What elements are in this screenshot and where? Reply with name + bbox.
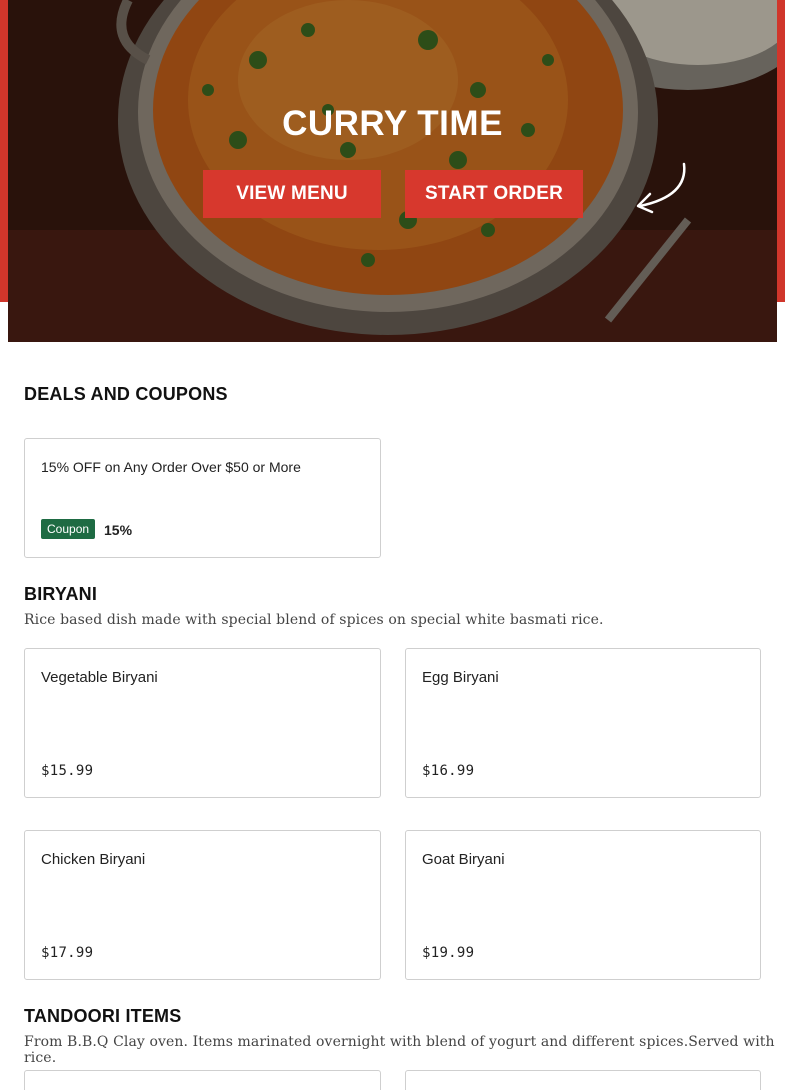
curved-arrow-icon: [636, 162, 686, 214]
menu-item-card[interactable]: Goat Biryani $19.99: [405, 830, 761, 980]
tandoori-section-title: TANDOORI ITEMS: [24, 1006, 182, 1026]
menu-item-name: Goat Biryani: [422, 851, 505, 868]
menu-item-price: $19.99: [422, 945, 475, 961]
coupon-badge: Coupon: [41, 519, 96, 539]
tandoori-section-description: From B.B.Q Clay oven. Items marinated ov…: [24, 1034, 775, 1066]
coupon-title: 15% OFF on Any Order Over $50 or More: [41, 459, 301, 475]
menu-item-name: Chicken Biryani: [41, 851, 146, 868]
menu-item-card[interactable]: Egg Biryani $16.99: [405, 648, 761, 798]
view-menu-button[interactable]: VIEW MENU: [203, 170, 381, 218]
coupon-card[interactable]: 15% OFF on Any Order Over $50 or More Co…: [24, 438, 381, 558]
menu-item-name: Egg Biryani: [422, 669, 499, 686]
biryani-section-title: BIRYANI: [24, 584, 98, 604]
start-order-button[interactable]: START ORDER: [405, 170, 583, 218]
menu-item-price: $16.99: [422, 763, 475, 779]
page-title: CURRY TIME: [282, 104, 503, 143]
biryani-section-description: Rice based dish made with special blend …: [24, 612, 604, 628]
hero-banner: CURRY TIME VIEW MENU START ORDER: [8, 0, 777, 342]
coupon-value: 15%: [104, 522, 133, 538]
menu-item-price: $15.99: [41, 763, 94, 779]
menu-item-name: Vegetable Biryani: [41, 669, 158, 686]
menu-item-price: $17.99: [41, 945, 94, 961]
deals-section-title: DEALS AND COUPONS: [24, 384, 228, 404]
menu-item-card[interactable]: Vegetable Biryani $15.99: [24, 648, 381, 798]
menu-item-card[interactable]: Chicken Biryani $17.99: [24, 830, 381, 980]
menu-item-card[interactable]: [24, 1070, 381, 1090]
menu-item-card[interactable]: [405, 1070, 761, 1090]
